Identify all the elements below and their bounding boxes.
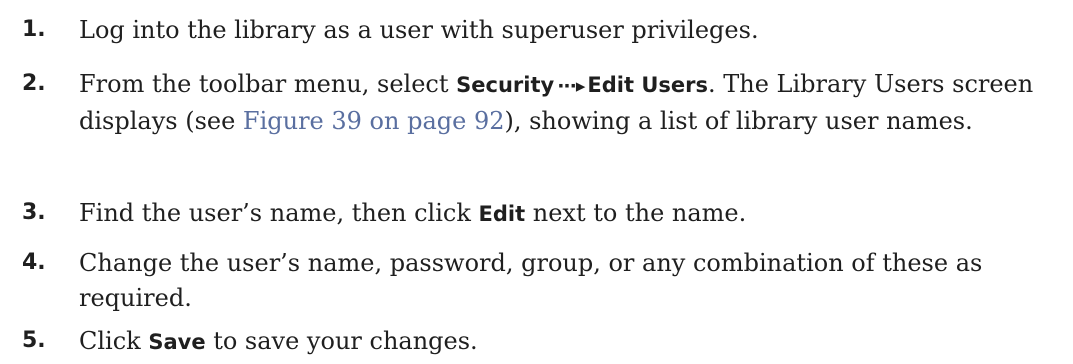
step-text: Click Save to save your changes.	[79, 321, 1049, 360]
step-number: 3.	[22, 200, 46, 225]
step-number: 2.	[22, 71, 46, 96]
menu-security-label: Security	[456, 73, 555, 97]
step-text-prefix: From the toolbar menu, select	[79, 70, 457, 98]
step-number: 4.	[22, 250, 46, 275]
menu-edit-users-label: Edit Users	[587, 73, 708, 97]
step-text-suffix: ), showing a list of library user names.	[504, 107, 973, 135]
edit-button-label: Edit	[478, 202, 526, 226]
step-text-prefix: Find the user’s name, then click	[79, 199, 479, 227]
step-text: From the toolbar menu, select Security ··…	[79, 64, 1049, 139]
step-text-suffix: to save your changes.	[205, 327, 478, 355]
save-button-label: Save	[148, 330, 206, 354]
step-text-content: Change the user’s name, password, group,…	[79, 249, 983, 312]
step-text-content: Log into the library as a user with supe…	[79, 16, 759, 44]
step-number: 5.	[22, 328, 46, 353]
step-text-prefix: Click	[79, 327, 149, 355]
step-text-suffix: next to the name.	[525, 199, 747, 227]
figure-reference-link[interactable]: Figure 39 on page 92	[243, 107, 505, 135]
step-text: Change the user’s name, password, group,…	[79, 243, 1049, 316]
menu-arrow-icon: ···▸	[557, 75, 585, 97]
step-number: 1.	[22, 17, 46, 42]
step-text: Find the user’s name, then click Edit ne…	[79, 193, 1049, 232]
step-text: Log into the library as a user with supe…	[79, 10, 1049, 48]
